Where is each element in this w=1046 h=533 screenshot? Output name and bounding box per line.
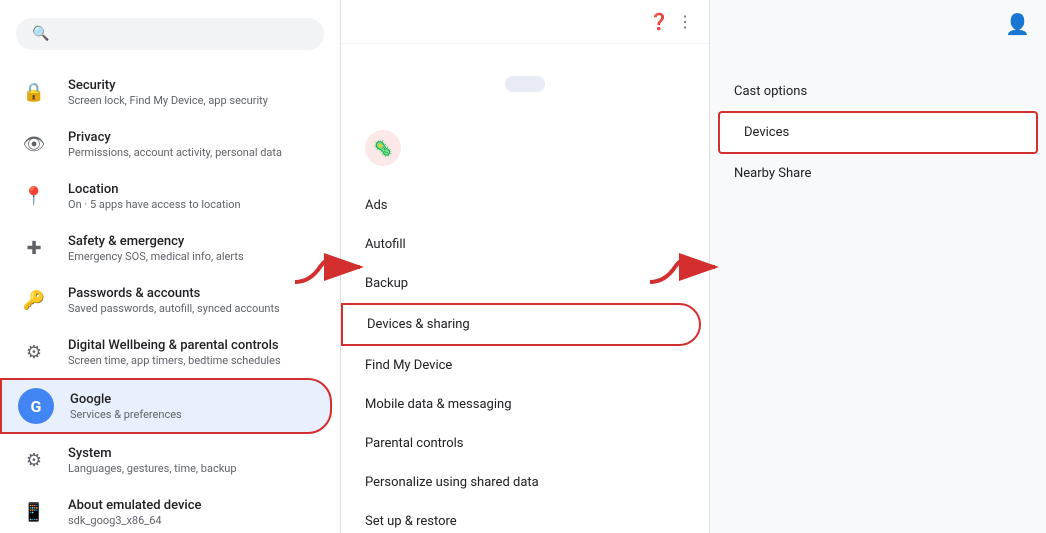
sidebar-item-system-subtitle: Languages, gestures, time, backup [68,462,237,475]
security-icon: 🔒 [16,74,52,110]
sidebar-item-location[interactable]: 📍 Location On · 5 apps have access to lo… [0,170,332,222]
sidebar-item-wellbeing-subtitle: Screen time, app timers, bedtime schedul… [68,354,281,367]
sidebar-item-about-title: About emulated device [68,498,202,513]
right-menu-item-nearby_share[interactable]: Nearby Share [710,154,1046,193]
sidebar-item-safety-title: Safety & emergency [68,234,244,249]
right-profile-icon[interactable]: 👤 [1005,12,1030,36]
sidebar-item-location-subtitle: On · 5 apps have access to location [68,198,241,211]
sidebar-item-passwords[interactable]: 🔑 Passwords & accounts Saved passwords, … [0,274,332,326]
sidebar-item-wellbeing[interactable]: ⚙ Digital Wellbeing & parental controls … [0,326,332,378]
safety-icon: ✚ [16,230,52,266]
more-options-icon[interactable]: ⋮ [677,12,693,31]
covid-section-label [341,108,709,120]
search-bar[interactable]: 🔍 [16,18,324,50]
sidebar-item-safety[interactable]: ✚ Safety & emergency Emergency SOS, medi… [0,222,332,274]
passwords-icon: 🔑 [16,282,52,318]
middle-menu-item-parental[interactable]: Parental controls [341,424,701,463]
arrow-1 [290,242,370,292]
middle-menu-item-personalize[interactable]: Personalize using shared data [341,463,701,502]
sidebar-item-system[interactable]: ⚙ System Languages, gestures, time, back… [0,434,332,486]
middle-menu-item-ads[interactable]: Ads [341,186,701,225]
middle-header-icons: ❓ ⋮ [649,12,693,31]
sidebar-item-google[interactable]: G Google Services & preferences [0,378,332,434]
google-panel-title [341,44,709,68]
sidebar-item-google-title: Google [70,392,182,407]
arrow-2 [645,242,725,292]
help-icon[interactable]: ❓ [649,12,669,31]
privacy-icon: 👁 [16,126,52,162]
sign-in-button[interactable] [505,76,545,92]
sidebar-item-about-subtitle: sdk_goog3_x86_64 [68,514,202,527]
sidebar-item-google-subtitle: Services & preferences [70,408,182,421]
sidebar-item-security-subtitle: Screen lock, Find My Device, app securit… [68,94,268,107]
devices-sharing-panel: 👤 Cast optionsDevicesNearby Share [710,0,1046,533]
sidebar-item-wellbeing-title: Digital Wellbeing & parental controls [68,338,281,353]
settings-list-panel: 🔍 🔒 Security Screen lock, Find My Device… [0,0,340,533]
search-icon: 🔍 [32,26,49,42]
sidebar-item-safety-subtitle: Emergency SOS, medical info, alerts [68,250,244,263]
covid-icon: 🦠 [365,130,401,166]
middle-panel-header: ❓ ⋮ [341,0,709,44]
sidebar-item-security-title: Security [68,78,268,93]
sidebar-item-passwords-title: Passwords & accounts [68,286,280,301]
right-menu-item-devices[interactable]: Devices [718,111,1038,154]
about-icon: 📱 [16,494,52,530]
middle-menu-item-find_device[interactable]: Find My Device [341,346,701,385]
middle-menu-item-mobile_data[interactable]: Mobile data & messaging [341,385,701,424]
sidebar-item-passwords-subtitle: Saved passwords, autofill, synced accoun… [68,302,280,315]
covid-item: 🦠 [341,120,709,174]
wellbeing-icon: ⚙ [16,334,52,370]
sidebar-item-location-title: Location [68,182,241,197]
middle-menu-item-devices_sharing[interactable]: Devices & sharing [341,303,701,346]
sidebar-item-security[interactable]: 🔒 Security Screen lock, Find My Device, … [0,66,332,118]
sidebar-item-privacy[interactable]: 👁 Privacy Permissions, account activity,… [0,118,332,170]
sidebar-item-privacy-subtitle: Permissions, account activity, personal … [68,146,282,159]
sidebar-item-system-title: System [68,446,237,461]
google-icon: G [18,388,54,424]
middle-menu-item-setup[interactable]: Set up & restore [341,502,701,533]
sidebar-item-about[interactable]: 📱 About emulated device sdk_goog3_x86_64 [0,486,332,533]
devices-sharing-title [710,48,1046,72]
system-icon: ⚙ [16,442,52,478]
services-section-label [341,174,709,186]
location-icon: 📍 [16,178,52,214]
right-panel-header: 👤 [710,0,1046,48]
sidebar-item-privacy-title: Privacy [68,130,282,145]
right-menu-item-cast_options[interactable]: Cast options [710,72,1046,111]
